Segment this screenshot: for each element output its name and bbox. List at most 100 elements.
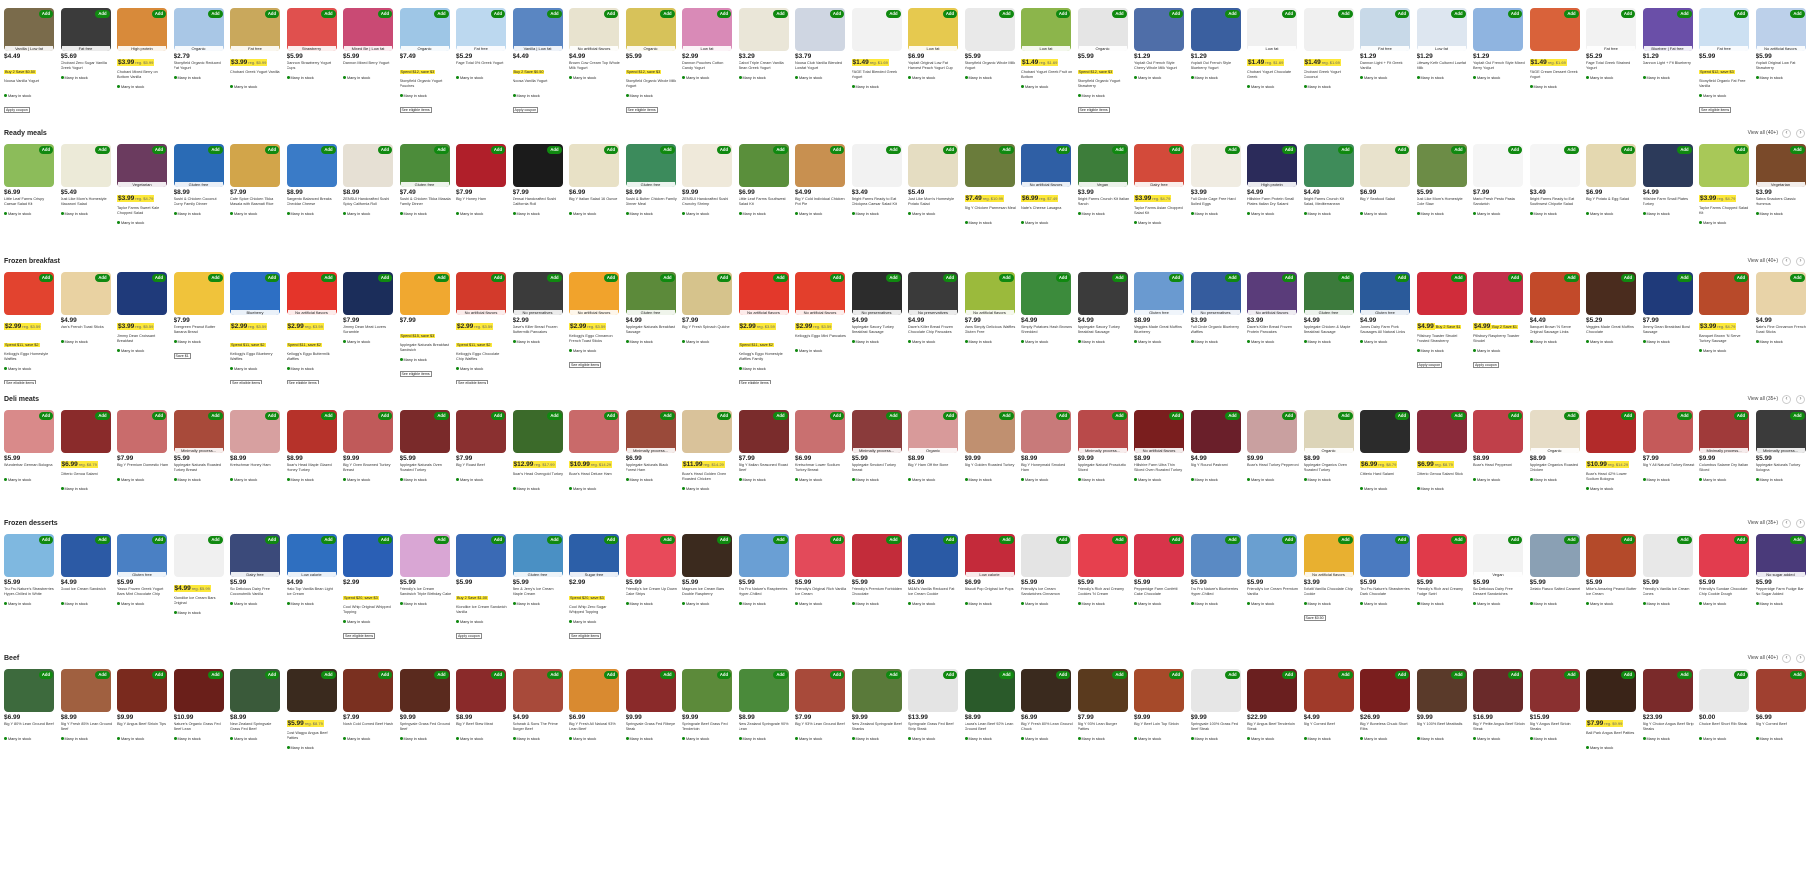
product-card[interactable]: Add No preservatives $3.99 Full Circle Orga… <box>1190 272 1243 344</box>
add-to-cart-button[interactable]: Add <box>264 274 279 282</box>
add-to-cart-button[interactable]: Add <box>321 146 336 154</box>
product-image[interactable]: Add <box>1416 669 1467 712</box>
product-image[interactable]: Add <box>738 669 789 712</box>
add-to-cart-button[interactable]: Add <box>95 146 110 154</box>
product-card[interactable]: Add $26.99 Big Y Boneless Chuck Short Ribs… <box>1360 669 1412 741</box>
add-to-cart-button[interactable]: Add <box>1112 146 1127 154</box>
product-image[interactable]: Add <box>1360 144 1410 187</box>
add-to-cart-button[interactable]: Add <box>716 671 731 679</box>
product-card[interactable]: Add $3.49 Bright Farms Ready to Eat Chickp… <box>851 144 904 216</box>
add-to-cart-button[interactable]: Add <box>660 536 675 544</box>
product-name[interactable]: Big Y 93% Lean Burger Patties <box>1078 722 1130 736</box>
product-image[interactable]: Add <box>569 410 619 453</box>
product-name[interactable]: Dave's Killer Bread Frozen Protein Panca… <box>1247 325 1299 339</box>
add-to-cart-button[interactable]: Add <box>1112 274 1127 282</box>
coupon-button[interactable]: Apply coupon <box>456 633 482 639</box>
product-name[interactable]: Veggies Made Great Muffins Blueberry <box>1134 325 1186 339</box>
product-name[interactable]: Applegate Smoked Turkey Breast <box>852 463 904 477</box>
product-card[interactable]: Add $4.99 Buy 2 Save $1 Pillsbury Raspberry… <box>1473 272 1525 371</box>
product-card[interactable]: Add Fat free $1.29 Dannon Light + Fit Greek… <box>1360 8 1412 80</box>
add-to-cart-button[interactable]: Add <box>208 274 223 282</box>
product-card[interactable]: Add Low calorie $4.99 Halo Top Vanilla Bean… <box>286 534 339 606</box>
product-name[interactable]: Sushi & Chicken Tikka Masala Family Dinn… <box>400 197 452 211</box>
product-image[interactable]: Add No preservatives <box>1190 272 1241 315</box>
product-image[interactable]: Add <box>738 534 789 577</box>
product-card[interactable]: Add $7.99 Zensai Handcrafted Sushi Califor… <box>512 144 565 216</box>
add-to-cart-button[interactable]: Add <box>1677 536 1692 544</box>
add-to-cart-button[interactable]: Add <box>773 146 788 154</box>
add-to-cart-button[interactable]: Add <box>1451 274 1466 282</box>
product-card[interactable]: Add $9.99 Springvale 100% Grass Fed Beef S… <box>1190 669 1243 741</box>
product-name[interactable]: Fage Total 0% Greek Yogurt <box>456 61 508 75</box>
product-image[interactable]: Add Vanilla | Low fat <box>512 8 563 51</box>
product-card[interactable]: Add Vanilla | Low fat $4.49 Buy 2 Save $0.5… <box>512 8 565 116</box>
add-to-cart-button[interactable]: Add <box>547 671 562 679</box>
add-to-cart-button[interactable]: Add <box>603 536 618 544</box>
product-name[interactable]: Banquet Brown 'N Serve Original Sausage … <box>1530 325 1582 339</box>
add-to-cart-button[interactable]: Add <box>208 146 223 154</box>
product-card[interactable]: Add Minimally process... $5.99 Applegate Na… <box>1755 410 1808 482</box>
product-image[interactable]: Add <box>1134 669 1184 712</box>
product-name[interactable]: Yoplait Oui French Style Blueberry Yogur… <box>1191 61 1243 75</box>
add-to-cart-button[interactable]: Add <box>829 536 844 544</box>
product-name[interactable]: Big Y Round Pastrami <box>1191 463 1243 477</box>
add-to-cart-button[interactable]: Add <box>151 412 166 420</box>
product-image[interactable]: Add <box>964 669 1015 712</box>
product-image[interactable]: Add Vanilla | Low fat <box>4 8 54 51</box>
product-image[interactable]: Add Vegan <box>1473 534 1523 577</box>
product-image[interactable]: Add Gluten free <box>625 272 676 315</box>
add-to-cart-button[interactable]: Add <box>1790 671 1805 679</box>
product-image[interactable]: Add <box>1755 669 1806 712</box>
product-card[interactable]: Add Vegetarian $3.99reg. $4.79 Taylor Farms… <box>117 144 169 225</box>
add-to-cart-button[interactable]: Add <box>434 10 449 18</box>
product-card[interactable]: Add $4.99 Big Y Round Pastrami Many in stoc… <box>1190 410 1243 482</box>
product-image[interactable]: Add No artificial flavors <box>1134 410 1184 453</box>
product-name[interactable]: Boar's Head Turkey Pepperoni <box>1247 463 1299 477</box>
product-name[interactable]: Kellogg's Eggo Blueberry Waffles <box>230 352 282 366</box>
coupon-button[interactable]: See eligible items <box>625 107 658 113</box>
product-card[interactable]: Add $3.99reg. $4.79 Taylor Farms Chopped S… <box>1699 144 1751 225</box>
add-to-cart-button[interactable]: Add <box>321 10 336 18</box>
product-name[interactable]: Friendly's Ice Cream Sandwich Triple Bir… <box>400 587 452 601</box>
product-image[interactable]: Add Minimally process... <box>173 410 224 453</box>
product-card[interactable]: Add $3.99 Full Circle Cage Free Hard Boile… <box>1190 144 1243 216</box>
product-card[interactable]: Add $9.99 Big Y 100% Beef Meatballs Many in… <box>1416 669 1469 741</box>
add-to-cart-button[interactable]: Add <box>942 146 957 154</box>
product-image[interactable]: Add Strawberry <box>286 8 337 51</box>
product-name[interactable]: Friendly's Ice Cream Up Down Cake Strips <box>626 587 678 601</box>
add-to-cart-button[interactable]: Add <box>603 412 618 420</box>
add-to-cart-button[interactable]: Add <box>1225 146 1240 154</box>
product-name[interactable]: Chobani Yogurt Greek Fruit on Bottom <box>1021 70 1073 84</box>
product-card[interactable]: Add No artificial flavors $8.99 Hillshire F… <box>1134 410 1186 482</box>
coupon-button[interactable]: See eligible items <box>1077 107 1110 113</box>
product-image[interactable]: Add <box>625 534 676 577</box>
product-image[interactable]: Add <box>286 410 337 453</box>
add-to-cart-button[interactable]: Add <box>999 412 1014 420</box>
product-name[interactable]: Chobani Greek Yogurt Vanilla <box>230 70 282 84</box>
product-card[interactable]: Add $9.99 Boar's Head Turkey Pepperoni Many… <box>1247 410 1299 482</box>
product-image[interactable]: Add No artificial flavors <box>1247 272 1297 315</box>
product-image[interactable]: Add No artificial flavors <box>795 272 845 315</box>
product-card[interactable]: Add $7.99 Big Y 93% Lean Burger Patties Man… <box>1077 669 1130 741</box>
product-image[interactable]: Add <box>60 534 111 577</box>
product-image[interactable]: Add Gluten free <box>1303 272 1354 315</box>
product-image[interactable]: Add Organic <box>1529 410 1580 453</box>
product-name[interactable]: Applegate Naturals Oven Roasted Turkey <box>400 463 452 477</box>
product-image[interactable]: Add <box>1247 669 1297 712</box>
product-image[interactable]: Add <box>230 669 280 712</box>
product-name[interactable]: So Delicious Dairy Free Dessert Sandwich… <box>1473 587 1525 601</box>
product-name[interactable]: Big Y Seafood Salad <box>1360 197 1412 211</box>
product-image[interactable]: Add <box>1699 272 1749 315</box>
add-to-cart-button[interactable]: Add <box>1733 10 1748 18</box>
product-image[interactable]: Add <box>964 144 1015 187</box>
product-card[interactable]: Add Minimally process... $9.99 Applegate Na… <box>1077 410 1130 482</box>
product-name[interactable]: So Delicious Dairy Free Coconutmilk Vani… <box>230 587 282 601</box>
add-to-cart-button[interactable]: Add <box>38 536 53 544</box>
add-to-cart-button[interactable]: Add <box>1281 412 1296 420</box>
product-name[interactable]: Big Y Fresh 80% Lean Ground Chuck <box>1021 722 1073 736</box>
product-name[interactable]: Big Y Italian Salad 16 Ounce <box>569 197 621 211</box>
product-image[interactable]: Add <box>1303 144 1354 187</box>
product-name[interactable]: Pepperidge Farm Fudge Bar No Sugar Added <box>1756 587 1808 601</box>
product-name[interactable]: ZENSUI Handcrafted Sushi Crunchy Shrimp <box>682 197 734 211</box>
product-card[interactable]: Add High protein $4.99 Hillshire Farm Prote… <box>1247 144 1299 216</box>
